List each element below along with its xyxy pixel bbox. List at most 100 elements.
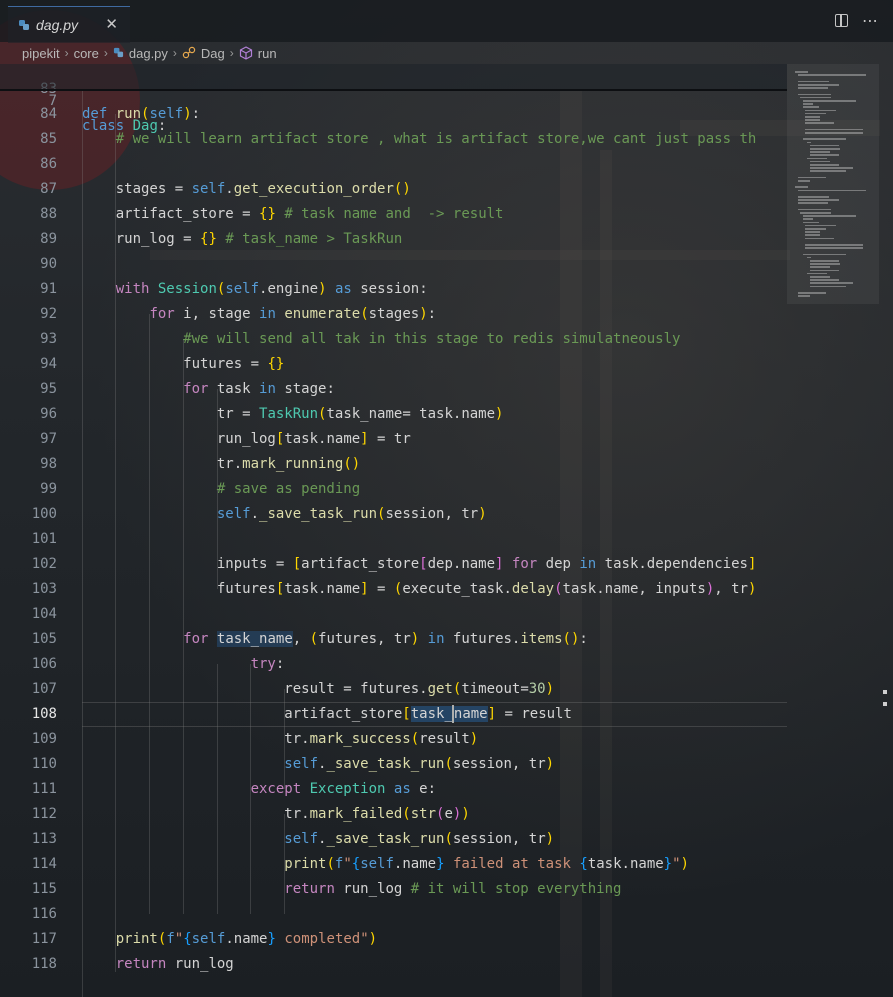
minimap-line — [802, 218, 814, 220]
minimap-line — [800, 212, 831, 214]
minimap-line — [805, 234, 821, 236]
breadcrumb-item-method[interactable]: run — [258, 46, 277, 61]
sticky-code: class Dag: — [82, 118, 167, 134]
code-line[interactable]: 103 futures[task.name] = (execute_task.d… — [0, 577, 787, 602]
code-line[interactable]: 111 except Exception as e: — [0, 777, 787, 802]
code-line[interactable]: 89 run_log = {} # task_name > TaskRun — [0, 227, 787, 252]
line-code: except Exception as e: — [250, 781, 437, 797]
line-code: inputs = [artifact_store[dep.name] for d… — [82, 556, 757, 572]
breadcrumb-item-core[interactable]: core — [74, 46, 99, 61]
code-line[interactable]: 86 — [0, 152, 787, 177]
code-line[interactable]: 99 # save as pending — [0, 477, 787, 502]
line-number: 102 — [31, 556, 57, 572]
line-number: 103 — [31, 581, 57, 597]
line-code: return run_log # it will stop everything — [284, 881, 622, 897]
split-editor-icon[interactable] — [835, 14, 848, 27]
line-number: 112 — [31, 806, 57, 822]
breadcrumb-item-class[interactable]: Dag — [201, 46, 225, 61]
line-number: 99 — [40, 481, 57, 497]
minimap[interactable] — [787, 64, 879, 304]
chevron-right-icon: › — [64, 46, 69, 60]
code-line[interactable]: 118 return run_log — [0, 952, 787, 977]
minimap-line — [797, 208, 832, 211]
line-code: # save as pending — [216, 481, 361, 497]
line-number: 92 — [40, 306, 57, 322]
minimap-line — [802, 106, 819, 108]
minimap-line — [809, 170, 846, 172]
code-line[interactable]: 88 artifact_store = {} # task name and -… — [0, 202, 787, 227]
code-line[interactable]: 101 — [0, 527, 787, 552]
breadcrumb-item-file[interactable]: dag.py — [129, 46, 168, 61]
code-line[interactable]: 104 — [0, 602, 787, 627]
code-line[interactable]: 105 for task_name, (futures, tr) in futu… — [0, 627, 787, 652]
code-line[interactable]: 113 self._save_task_run(session, tr) — [0, 827, 787, 852]
code-line[interactable]: 92 for i, stage in enumerate(stages): — [0, 302, 787, 327]
sticky-scroll-header[interactable]: 7 class Dag: — [0, 64, 787, 134]
tab-dag-py[interactable]: dag.py ✕ — [8, 6, 130, 43]
code-line[interactable]: 94 futures = {} — [0, 352, 787, 377]
line-number: 90 — [40, 256, 57, 272]
code-line[interactable]: 95 for task in stage: — [0, 377, 787, 402]
breadcrumb-item-pipekit[interactable]: pipekit — [22, 46, 60, 61]
code-line[interactable]: 96 tr = TaskRun(task_name= task.name) — [0, 402, 787, 427]
minimap-line — [809, 269, 839, 272]
line-number: 89 — [40, 231, 57, 247]
line-code: run_log = {} # task_name > TaskRun — [82, 231, 403, 247]
minimap-line — [797, 84, 840, 86]
line-code: for task in stage: — [183, 381, 335, 397]
more-actions-icon[interactable]: ⋯ — [862, 12, 879, 28]
code-line[interactable]: 108 artifact_store[task_name] = result — [0, 702, 787, 727]
code-line[interactable]: 93 #we will send all tak in this stage t… — [0, 327, 787, 352]
minimap-line — [805, 132, 863, 134]
code-line[interactable]: 90 — [0, 252, 787, 277]
chevron-right-icon: › — [103, 46, 108, 60]
line-number: 113 — [31, 831, 57, 847]
minimap-line — [800, 96, 831, 99]
minimap-line — [805, 247, 863, 249]
code-line[interactable]: 117 print(f"{self.name} completed") — [0, 927, 787, 952]
code-line[interactable]: 112 tr.mark_failed(str(e)) — [0, 802, 787, 827]
code-line[interactable]: 114 print(f"{self.name} failed at task {… — [0, 852, 787, 877]
code-line[interactable]: 91 with Session(self.engine) as session: — [0, 277, 787, 302]
line-number: 108 — [31, 706, 57, 722]
code-line[interactable]: 116 — [0, 902, 787, 927]
minimap-line — [797, 196, 830, 198]
line-code: for i, stage in enumerate(stages): — [149, 306, 437, 322]
sticky-line: 7 class Dag: — [0, 64, 787, 134]
tab-label: dag.py — [36, 17, 79, 33]
line-code: print(f"{self.name} failed at task {task… — [284, 856, 689, 872]
line-number: 100 — [31, 506, 57, 522]
code-line[interactable]: 97 run_log[task.name] = tr — [0, 427, 787, 452]
code-line[interactable]: 100 self._save_task_run(session, tr) — [0, 502, 787, 527]
scrollbar-markers[interactable] — [883, 690, 887, 714]
line-code: return run_log — [115, 956, 234, 972]
minimap-line — [795, 71, 808, 73]
line-number: 106 — [31, 656, 57, 672]
minimap-line — [802, 100, 856, 102]
minimap-line — [809, 160, 830, 163]
minimap-line — [805, 244, 863, 246]
minimap-line — [809, 144, 839, 147]
code-line[interactable]: 109 tr.mark_success(result) — [0, 727, 787, 752]
close-icon[interactable]: ✕ — [105, 15, 118, 33]
code-line[interactable]: 87 stages = self.get_execution_order() — [0, 177, 787, 202]
method-symbol-icon — [239, 46, 253, 60]
minimap-line — [809, 263, 841, 265]
line-code: for task_name, (futures, tr) in futures.… — [183, 631, 588, 647]
minimap-line — [805, 122, 834, 124]
line-number: 104 — [31, 606, 57, 622]
code-line[interactable]: 110 self._save_task_run(session, tr) — [0, 752, 787, 777]
line-number: 94 — [40, 356, 57, 372]
code-line[interactable]: 115 return run_log # it will stop everyt… — [0, 877, 787, 902]
code-line[interactable]: 102 inputs = [artifact_store[dep.name] f… — [0, 552, 787, 577]
code-line[interactable]: 107 result = futures.get(timeout=30) — [0, 677, 787, 702]
line-number: 91 — [40, 281, 57, 297]
code-line[interactable]: 98 tr.mark_running() — [0, 452, 787, 477]
minimap-line — [797, 87, 829, 89]
code-editor[interactable]: 8384def run(self):85 # we will learn art… — [0, 64, 787, 997]
line-number: 118 — [31, 956, 57, 972]
code-line[interactable]: 106 try: — [0, 652, 787, 677]
line-number: 96 — [40, 406, 57, 422]
line-code: print(f"{self.name} completed") — [115, 931, 378, 947]
minimap-line — [797, 93, 832, 96]
